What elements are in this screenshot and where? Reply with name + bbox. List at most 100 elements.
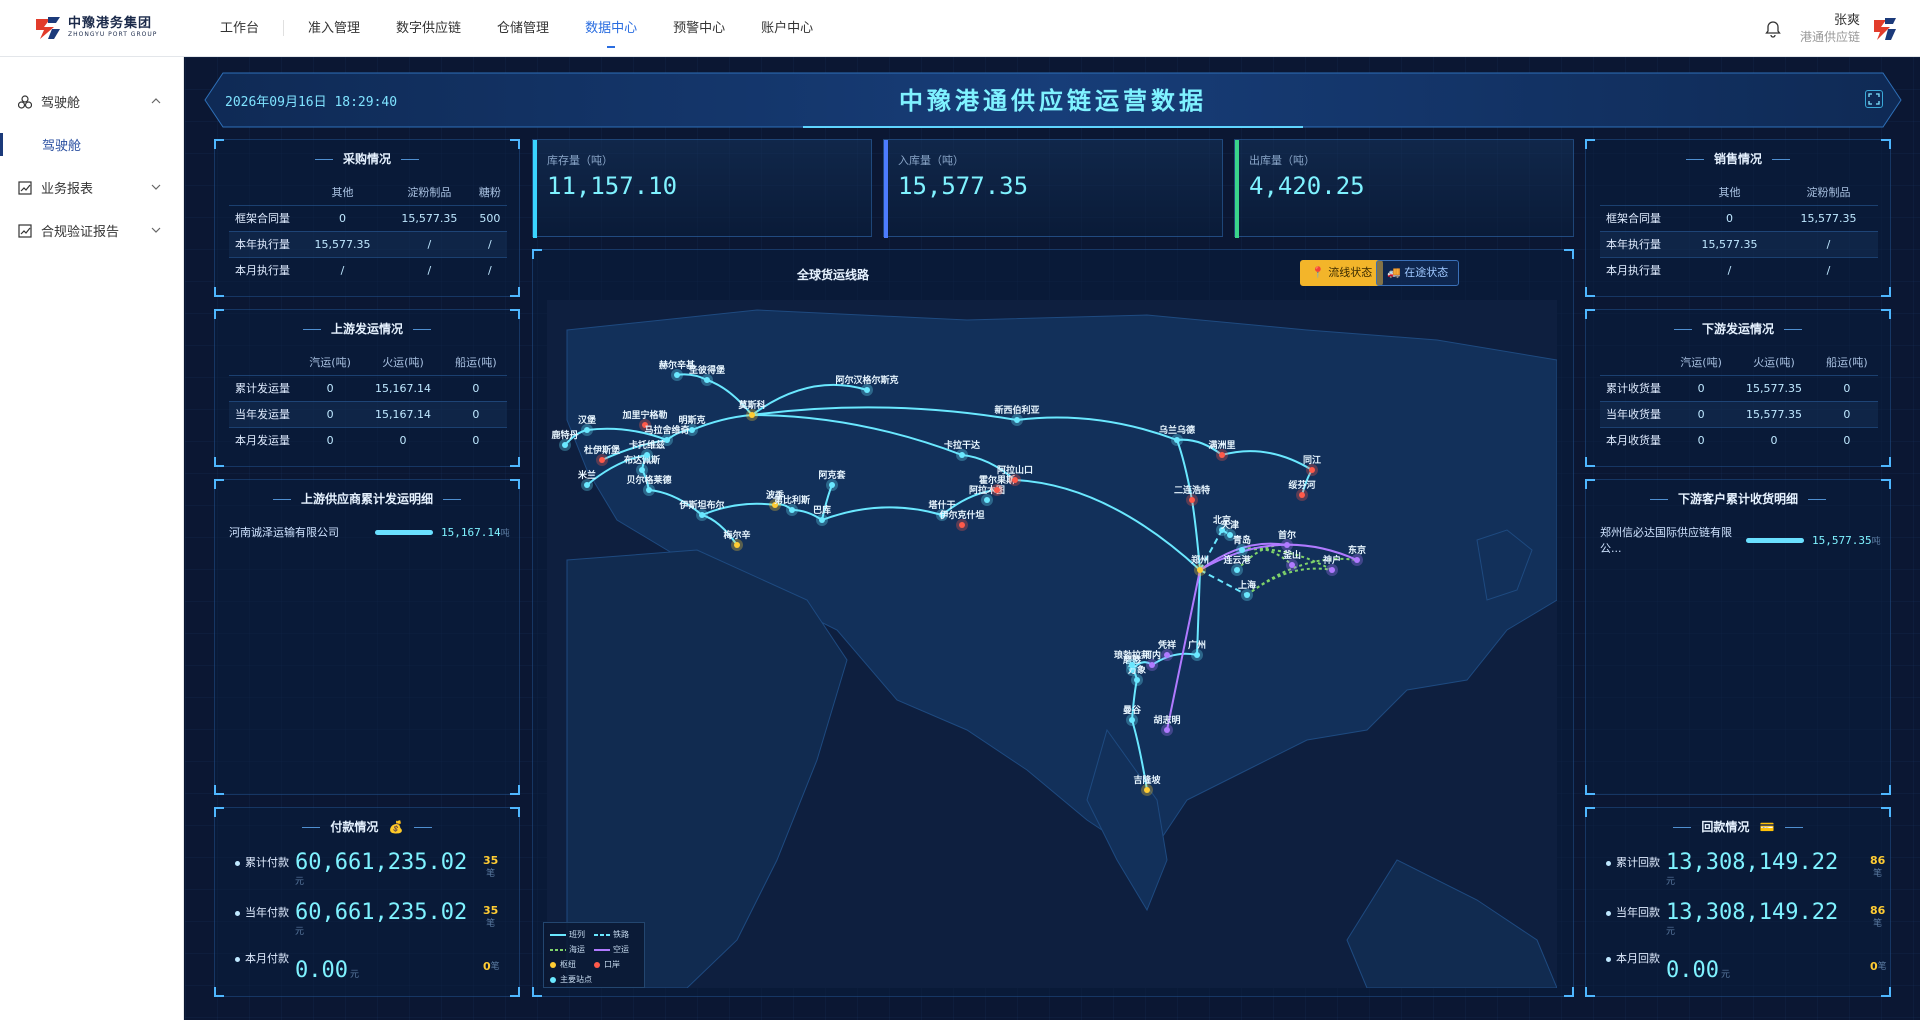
table-header xyxy=(1600,179,1680,205)
city-label: 青岛 xyxy=(1233,534,1251,546)
button-label: 流线状态 xyxy=(1328,266,1373,279)
table-row: 当年收货量 0 15,577.35 0 xyxy=(1600,400,1878,427)
city-label: 杜伊斯堡 xyxy=(584,444,620,456)
nav-item-supply-chain[interactable]: 数字供应链 xyxy=(378,0,479,57)
table-row: 框架合同量 0 15,577.35 500 xyxy=(229,204,507,231)
payment-count: 35 笔 xyxy=(483,854,498,880)
sidebar-item-cockpit[interactable]: 驾驶舱 xyxy=(0,123,183,166)
stat-value: 11,157.10 xyxy=(547,172,678,200)
progress-bar xyxy=(1746,537,1804,543)
nav-item-warehouse[interactable]: 仓储管理 xyxy=(479,0,567,57)
transit-status-button[interactable]: 🚚 在途状态 xyxy=(1376,260,1460,286)
table-header: 火运(吨) xyxy=(382,355,424,369)
payment-row: 本月付款 0.00 元 0笔 xyxy=(235,944,500,984)
nav-item-admission[interactable]: 准入管理 xyxy=(290,0,378,57)
chevron-up-icon xyxy=(151,98,161,104)
button-label: 在途状态 xyxy=(1404,266,1449,279)
city-dot xyxy=(1129,662,1135,668)
sidebar: 驾驶舱 驾驶舱 业务报表 合规验证报告 xyxy=(0,57,184,1020)
chart-icon xyxy=(18,180,32,195)
table-row: 累计发运量 0 15,167.14 0 xyxy=(229,374,507,401)
bullet-icon xyxy=(1606,911,1611,916)
sidebar-group-reports[interactable]: 业务报表 xyxy=(0,166,183,209)
purchase-table: 其他 淀粉制品 糖粉 框架合同量 0 15,577.35 500 本年执行量 15,577.… xyxy=(229,179,507,283)
collection-title: 回款情况 💳 xyxy=(1586,818,1890,835)
downstream-title: 下游发运情况 xyxy=(1586,320,1890,337)
upstream-table: 汽运(吨) 火运(吨) 船运(吨) 累计发运量 0 15,167.14 0 当年发运量 0 1… xyxy=(229,349,507,453)
table-header: 淀粉制品 xyxy=(1806,185,1851,199)
progress-fill xyxy=(375,529,433,535)
city-label: 新西伯利亚 xyxy=(994,404,1039,416)
city-label: 鹿特丹 xyxy=(550,429,578,441)
count-value: 86 xyxy=(1870,854,1886,867)
legend-label: 海运 xyxy=(569,945,585,954)
nav-item-data-center[interactable]: 数据中心 xyxy=(567,0,655,57)
bullet-icon xyxy=(1606,957,1611,962)
city-dot xyxy=(1014,417,1020,423)
legend-swatch xyxy=(550,933,566,936)
sidebar-group-label: 业务报表 xyxy=(41,182,94,197)
stat-label: 出库量（吨） xyxy=(1249,154,1315,167)
table-row: 框架合同量 0 15,577.35 xyxy=(1600,204,1878,231)
city-label: 加里宁格勒 xyxy=(621,409,667,421)
supplier-value: 15,167.14 xyxy=(441,525,501,539)
nav-item-workbench[interactable]: 工作台 xyxy=(202,0,277,57)
city-label: 阿克套 xyxy=(818,469,846,481)
city-dot xyxy=(599,457,605,463)
bell-icon[interactable] xyxy=(1764,20,1782,38)
stat-card-inventory: 库存量（吨） 11,157.10 xyxy=(532,139,872,238)
sidebar-group-cockpit[interactable]: 驾驶舱 xyxy=(0,80,183,123)
company-logo[interactable]: 中豫港务集团 ZHONGYU PORT GROUP xyxy=(34,15,184,41)
sidebar-group-compliance[interactable]: 合规验证报告 xyxy=(0,209,183,252)
city-dot xyxy=(829,482,835,488)
city-label: 明斯克 xyxy=(678,414,705,426)
city-dot xyxy=(674,372,680,378)
city-dot xyxy=(1244,592,1250,598)
route-map[interactable]: 赫尔辛基圣彼得堡阿尔汉格尔斯克莫斯科 新西伯利亚加里宁格勒 明斯克马拉舍维奇汉堡鹿特… xyxy=(547,300,1557,988)
city-label: 第比利斯 xyxy=(774,494,810,506)
city-label: 广州 xyxy=(1188,639,1206,651)
nav-item-account[interactable]: 账户中心 xyxy=(743,0,831,57)
city-dot xyxy=(819,517,825,523)
city-label: 伊尔克什坦 xyxy=(938,509,984,521)
city-dot xyxy=(1174,437,1180,443)
route-status-button[interactable]: 📍 流线状态 xyxy=(1300,260,1384,286)
city-dot xyxy=(734,542,740,548)
progress-fill xyxy=(1746,537,1804,543)
avatar[interactable] xyxy=(1872,16,1898,42)
collection-row: 本月回款 0.00 元 0笔 xyxy=(1606,944,1887,984)
unit-label: 元 xyxy=(1666,877,1676,887)
unit-label: 元 xyxy=(349,970,359,980)
list-item[interactable]: 郑州信必达国际供应链有限公... 15,577.35 吨 xyxy=(1600,524,1881,556)
count-unit: 笔 xyxy=(490,962,500,972)
chart-icon xyxy=(18,223,32,238)
city-dot xyxy=(1164,652,1170,658)
table-header: 糖粉 xyxy=(478,185,501,199)
list-item[interactable]: 河南诚泽运输有限公司 15,167.14 吨 xyxy=(229,524,510,540)
nav-item-warning[interactable]: 预警中心 xyxy=(655,0,743,57)
pin-icon: 📍 xyxy=(1311,266,1325,279)
collection-label: 当年回款 xyxy=(1616,906,1660,919)
purchase-title: 采购情况 xyxy=(215,150,519,167)
fullscreen-icon[interactable] xyxy=(1865,90,1883,108)
upstream-rank-title: 上游供应商累计发运明细 xyxy=(215,490,519,507)
count-unit: 笔 xyxy=(1873,919,1883,929)
city-label: 神户 xyxy=(1323,554,1341,566)
supplier-name: 河南诚泽运输有限公司 xyxy=(229,526,339,539)
table-row: 本月收货量 0 0 0 xyxy=(1600,426,1878,453)
unit-label: 元 xyxy=(1666,927,1676,937)
city-label: 阿尔汉格尔斯克 xyxy=(835,374,898,386)
dashboard-main: 2026年09月16日 18:29:40 中豫港通供应链运营数据 采购情况 其他… xyxy=(185,57,1920,1020)
route-map-panel: 全球货运线路 📍 流线状态 🚚 在途状态 赫尔辛基 圣彼得堡 阿尔汉格尔斯克 莫斯科新… xyxy=(532,249,1574,997)
payment-panel: 付款情况 💰 累计付款 60,661,235.02 元 35 笔 当年付款 60,6… xyxy=(214,807,520,997)
city-dot xyxy=(984,497,990,503)
city-dot xyxy=(1299,492,1305,498)
user-info[interactable]: 张爽 港通供应链 xyxy=(1800,12,1860,45)
page-title: 中豫港通供应链运营数据 xyxy=(899,87,1207,115)
city-label: 莫斯科 xyxy=(737,399,765,411)
city-dot xyxy=(959,522,965,528)
city-dot xyxy=(644,452,650,458)
legend-dot xyxy=(550,976,556,983)
city-label: 卡托维兹 xyxy=(629,439,665,451)
city-label: 连云港 xyxy=(1223,554,1251,566)
